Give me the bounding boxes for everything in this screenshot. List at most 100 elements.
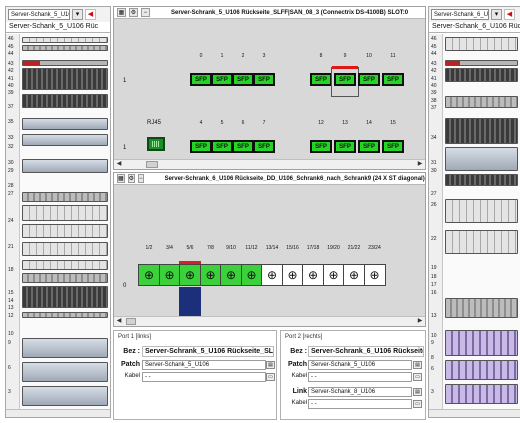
- sfp-port-6[interactable]: SFP: [232, 140, 254, 153]
- sfp-port-3[interactable]: SFP: [253, 73, 275, 86]
- scroll-right-icon[interactable]: ▶: [416, 161, 424, 168]
- sfp-port-13[interactable]: SFP: [334, 140, 356, 153]
- fiber-connector-icon[interactable]: ⊕: [220, 264, 242, 286]
- fiber-connector-icon[interactable]: ⊕: [363, 264, 386, 286]
- rack-device[interactable]: [22, 37, 108, 43]
- fiber-connector-icon[interactable]: ⊕: [302, 264, 324, 286]
- edit-icon[interactable]: ▤: [413, 361, 422, 369]
- sfp-port-12[interactable]: SFP: [310, 140, 332, 153]
- rack-device[interactable]: [445, 360, 518, 380]
- patch-field[interactable]: Server-Schank_5_U106: [308, 360, 412, 370]
- fiber-connector-icon[interactable]: ⊕: [179, 261, 201, 286]
- panel1-scrollbar[interactable]: ◀ ▶: [114, 159, 425, 169]
- edit-icon[interactable]: ▭: [413, 373, 422, 381]
- rack-device[interactable]: [445, 118, 518, 144]
- patch-field[interactable]: Server-Schank_5_U106: [142, 360, 266, 370]
- left-rack-select[interactable]: Server-Schank_5_U106 F: [8, 9, 70, 20]
- dropdown-icon[interactable]: ▾: [72, 9, 83, 20]
- rack-device[interactable]: [22, 205, 108, 221]
- fiber-connector-icon[interactable]: ⊕: [199, 264, 222, 286]
- dropdown-icon[interactable]: ▾: [491, 9, 502, 20]
- sfp-port-4[interactable]: SFP: [190, 140, 212, 153]
- sfp-port-0[interactable]: SFP: [190, 73, 212, 86]
- rack-device[interactable]: [22, 242, 108, 256]
- panel2-scrollbar[interactable]: ◀ ▶: [114, 316, 425, 326]
- scroll-thumb[interactable]: [126, 318, 136, 325]
- sfp-port-14[interactable]: SFP: [358, 140, 380, 153]
- edit-icon[interactable]: ▭: [266, 373, 275, 381]
- rack-device[interactable]: [445, 174, 518, 186]
- bez-value[interactable]: Server-Schrank_5_U106 Rückseite_SLFI: [142, 346, 274, 357]
- fiber-connector-icon[interactable]: ⊕: [343, 264, 365, 286]
- rack-device[interactable]: [22, 60, 108, 66]
- rack-device[interactable]: [22, 286, 108, 308]
- rack-device[interactable]: [445, 330, 518, 356]
- rack-device[interactable]: [22, 260, 108, 270]
- back-arrow-icon[interactable]: ◀: [504, 9, 515, 20]
- rack-device[interactable]: [22, 273, 108, 283]
- rack-device[interactable]: [445, 96, 518, 108]
- grid-icon[interactable]: ▦: [117, 8, 126, 17]
- rack-device[interactable]: [22, 68, 108, 90]
- rack-device[interactable]: [22, 362, 108, 382]
- minus-icon[interactable]: −: [141, 8, 150, 17]
- fiber-connector-icon[interactable]: ⊕: [261, 264, 283, 286]
- kabel-field[interactable]: - -: [308, 372, 412, 382]
- fiber-connector-icon[interactable]: ⊕: [158, 264, 181, 286]
- edit-icon[interactable]: ▤: [266, 361, 275, 369]
- u-label: 42: [431, 68, 437, 74]
- minus-icon[interactable]: −: [138, 174, 144, 183]
- rack-device[interactable]: [445, 199, 518, 223]
- sfp-port-2[interactable]: SFP: [232, 73, 254, 86]
- rack-device[interactable]: [22, 159, 108, 173]
- sfp-port-11[interactable]: SFP: [382, 73, 404, 86]
- sfp-port-15[interactable]: SFP: [382, 140, 404, 153]
- rack-device[interactable]: [445, 147, 518, 171]
- edit-icon[interactable]: ▭: [413, 400, 422, 408]
- patch-cable[interactable]: [179, 287, 201, 316]
- sfp-port-1[interactable]: SFP: [211, 73, 233, 86]
- fiber-pair-label: 11/12: [245, 245, 258, 251]
- scroll-left-icon[interactable]: ◀: [115, 161, 123, 168]
- rack-device[interactable]: [445, 68, 518, 82]
- rj45-port-icon[interactable]: [147, 137, 165, 151]
- sfp-port-7[interactable]: SFP: [253, 140, 275, 153]
- rack-device[interactable]: [22, 118, 108, 130]
- back-arrow-icon[interactable]: ◀: [85, 9, 96, 20]
- grid-icon[interactable]: ▦: [117, 174, 125, 183]
- fiber-connector-icon[interactable]: ⊕: [138, 264, 160, 286]
- fiber-connector-icon[interactable]: ⊕: [281, 264, 304, 286]
- right-pane-scrollbar[interactable]: [429, 409, 520, 417]
- edit-icon[interactable]: ▤: [413, 388, 422, 396]
- scroll-thumb[interactable]: [146, 161, 158, 168]
- fiber-connector-icon[interactable]: ⊕: [240, 264, 263, 286]
- rack-device[interactable]: [445, 384, 518, 404]
- kabel-field[interactable]: - -: [142, 372, 266, 382]
- rack-device[interactable]: [22, 134, 108, 146]
- rack-device[interactable]: [22, 45, 108, 51]
- rack-device[interactable]: [22, 192, 108, 202]
- scroll-right-icon[interactable]: ▶: [416, 318, 424, 325]
- bez-value[interactable]: Server-Schrank_6_U106 Rückseite_DD_: [308, 346, 424, 357]
- rack-device[interactable]: [22, 312, 108, 318]
- rack-device[interactable]: [22, 224, 108, 238]
- sfp-port-5[interactable]: SFP: [211, 140, 233, 153]
- sfp-port-8[interactable]: SFP: [310, 73, 332, 86]
- settings-icon[interactable]: ⚙: [129, 8, 138, 17]
- rack-device[interactable]: [22, 94, 108, 108]
- scroll-left-icon[interactable]: ◀: [115, 318, 123, 325]
- rack-device[interactable]: [445, 60, 518, 66]
- sfp-port-9[interactable]: SFP: [334, 73, 356, 86]
- sfp-port-10[interactable]: SFP: [358, 73, 380, 86]
- kabel-field[interactable]: - -: [308, 399, 412, 409]
- link-field[interactable]: Server-Schank_8_U106: [308, 387, 412, 397]
- rack-device[interactable]: [22, 386, 108, 406]
- rack-device[interactable]: [445, 298, 518, 318]
- rack-device[interactable]: [445, 230, 518, 254]
- rack-device[interactable]: [445, 37, 518, 51]
- fiber-connector-icon[interactable]: ⊕: [322, 264, 345, 286]
- rack-device[interactable]: [22, 338, 108, 358]
- right-rack-select[interactable]: Server-Schank_6_U106: [431, 9, 489, 20]
- left-pane-scrollbar[interactable]: [6, 409, 110, 417]
- settings-icon[interactable]: ⚙: [127, 174, 136, 183]
